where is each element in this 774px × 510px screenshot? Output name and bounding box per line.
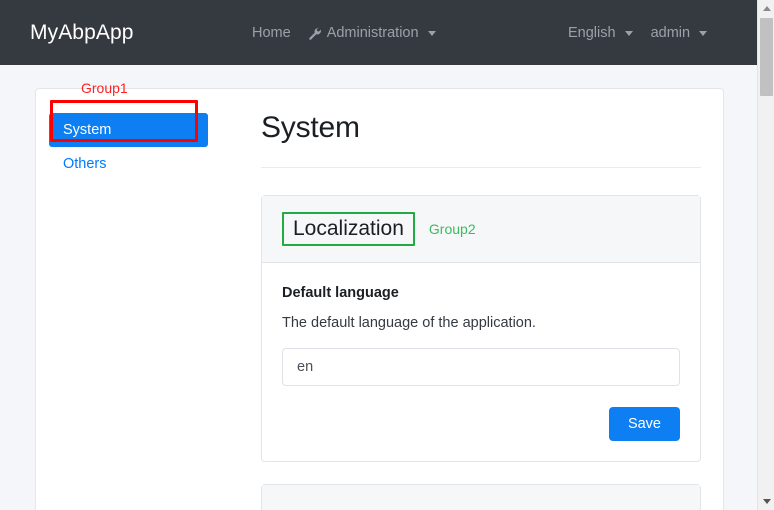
sidebar-item-system-label: System <box>63 122 112 138</box>
wrench-icon <box>308 26 322 41</box>
nav-item-administration[interactable]: Administration <box>308 25 436 41</box>
settings-content: System Localization Group2 Default langu… <box>221 89 723 510</box>
default-language-label: Default language <box>282 285 399 302</box>
settings-sidebar: System Others <box>36 89 221 510</box>
scroll-up-arrow-icon[interactable] <box>758 0 774 17</box>
next-card-header <box>262 485 700 510</box>
scroll-down-arrow-icon[interactable] <box>758 493 774 510</box>
default-language-description: The default language of the application. <box>282 315 536 332</box>
chevron-down-icon <box>624 31 633 36</box>
user-menu[interactable]: admin <box>651 25 708 41</box>
save-button[interactable]: Save <box>608 407 680 442</box>
user-menu-label: admin <box>650 24 691 41</box>
sidebar-item-system[interactable]: System <box>49 113 208 147</box>
next-settings-card <box>261 484 701 510</box>
language-selector[interactable]: English <box>568 25 633 41</box>
main-nav: Home Administration <box>252 25 436 41</box>
page-container: System Others System Localization Group2… <box>35 88 724 510</box>
nav-right-group: English admin <box>568 25 708 41</box>
chevron-down-icon <box>427 31 436 36</box>
nav-item-administration-label: Administration <box>326 24 419 41</box>
nav-item-home[interactable]: Home <box>252 25 291 41</box>
default-language-input[interactable] <box>282 348 680 387</box>
title-divider <box>261 167 701 168</box>
sidebar-item-others[interactable]: Others <box>49 147 208 181</box>
scrollbar-thumb[interactable] <box>760 18 773 96</box>
annotation-group2-label: Group2 <box>428 221 476 238</box>
app-window: MyAbpApp Home Administration English adm… <box>0 0 774 510</box>
card-actions: Save <box>282 407 680 442</box>
sidebar-item-others-label: Others <box>63 156 107 172</box>
language-selector-label: English <box>568 24 616 41</box>
chevron-down-icon <box>699 31 708 36</box>
brand-logo[interactable]: MyAbpApp <box>30 21 134 45</box>
page-scrollbar[interactable] <box>757 0 774 510</box>
annotation-group1-label: Group1 <box>81 80 128 96</box>
localization-settings-card: Localization Group2 Default language The… <box>261 195 701 463</box>
page-title: System <box>261 111 360 144</box>
localization-card-header: Localization Group2 <box>262 196 700 264</box>
localization-card-body: Default language The default language of… <box>262 263 700 461</box>
nav-item-home-label: Home <box>252 24 291 41</box>
localization-card-title: Localization <box>282 212 415 247</box>
top-navbar: MyAbpApp Home Administration English adm… <box>0 0 757 65</box>
